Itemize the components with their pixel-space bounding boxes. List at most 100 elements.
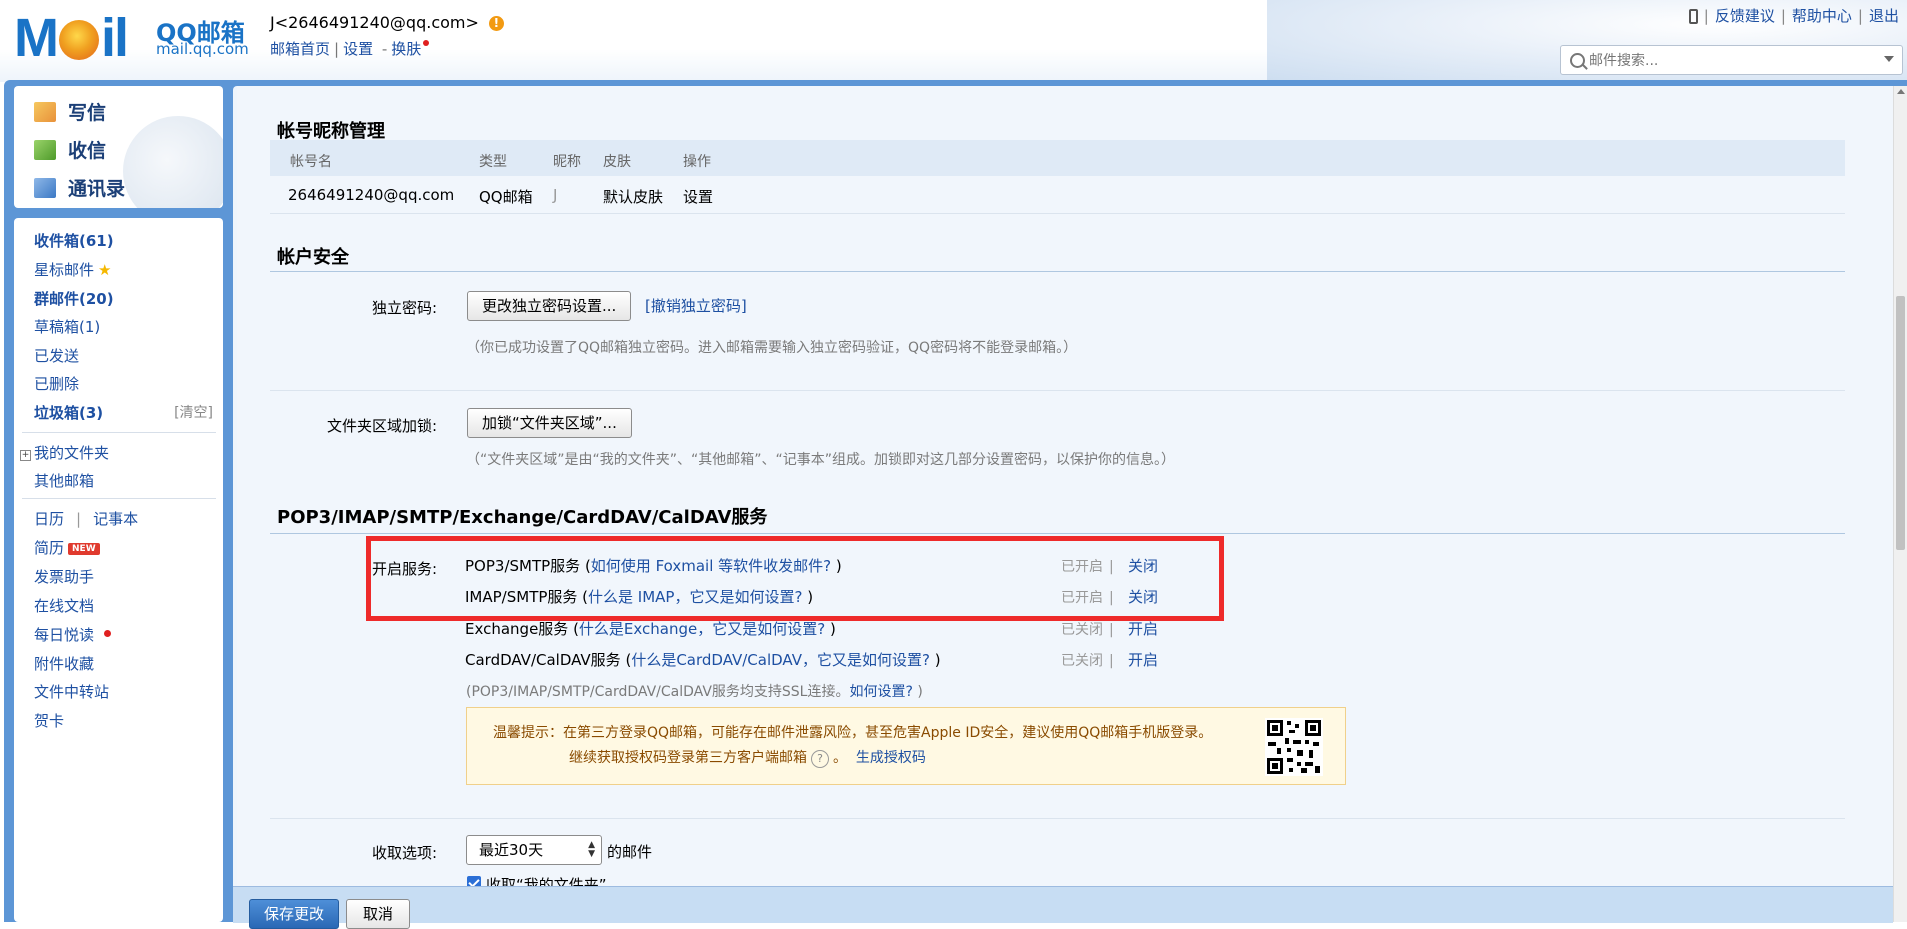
sidebar-item-deleted[interactable]: 已删除 <box>34 373 79 394</box>
user-display: J<2646491240@qq.com> <box>270 13 479 32</box>
sidebar-item-groups[interactable]: 群邮件(20) <box>34 288 114 309</box>
skin-link[interactable]: 换肤 <box>391 40 421 58</box>
vertical-scrollbar[interactable] <box>1893 86 1907 922</box>
sidebar-item-docs[interactable]: 在线文档 <box>34 595 94 616</box>
sidebar-item-sent[interactable]: 已发送 <box>34 345 79 366</box>
generate-auth-code-link[interactable]: 生成授权码 <box>856 750 926 766</box>
top-header: Mil QQ邮箱 mail.qq.com J<2646491240@qq.com… <box>0 0 1907 82</box>
sidebar-item-drafts[interactable]: 草稿箱(1) <box>34 316 100 337</box>
unread-dot-icon <box>104 630 112 637</box>
sidebar-item-my-folders[interactable]: + 我的文件夹 <box>20 442 109 463</box>
exchange-status: 已关闭 | <box>1061 622 1114 638</box>
calendar-link[interactable]: 日历 <box>34 510 64 528</box>
divider <box>22 432 216 433</box>
password-hint: （你已成功设置了QQ邮箱独立密码。进入邮箱需要输入独立密码验证，QQ密码将不能登… <box>466 340 1078 356</box>
warning-tip-box: 温馨提示：在第三方登录QQ邮箱，可能存在邮件泄露风险，甚至危害Apple ID安… <box>466 707 1346 785</box>
logo-domain: mail.qq.com <box>156 40 249 58</box>
fetch-range-select[interactable]: 最近30天 ▲ ▼ <box>466 835 602 865</box>
sidebar-item-starred[interactable]: 星标邮件 ★ <box>34 259 111 280</box>
tip-text-2: 继续获取授权码登录第三方客户端邮箱?。 生成授权码 <box>569 750 926 768</box>
feedback-link[interactable]: 反馈建议 <box>1715 7 1775 25</box>
sidebar-item-daily[interactable]: 每日悦读 <box>34 624 112 645</box>
exchange-help-link[interactable]: 什么是Exchange，它又是如何设置? <box>579 620 825 638</box>
account-settings-link[interactable]: 设置 <box>683 186 713 207</box>
notes-link[interactable]: 记事本 <box>93 510 138 528</box>
col-header-skin: 皮肤 <box>603 154 631 170</box>
contacts-icon <box>34 178 56 198</box>
user-account: J<2646491240@qq.com>! <box>270 13 504 32</box>
service-carddav: CardDAV/CalDAV服务 (什么是CardDAV/CalDAV，它又是如… <box>465 651 941 669</box>
contacts-button[interactable]: 通讯录 <box>34 174 125 201</box>
col-header-action: 操作 <box>683 154 711 170</box>
qr-code-icon[interactable] <box>1265 718 1323 776</box>
service-exchange: Exchange服务 (什么是Exchange，它又是如何设置? ) <box>465 620 836 638</box>
sidebar-item-invoice[interactable]: 发票助手 <box>34 566 94 587</box>
compose-button[interactable]: 写信 <box>34 98 106 125</box>
sidebar-nav: 收件箱(61) 星标邮件 ★ 群邮件(20) 草稿箱(1) 已发送 已删除 垃圾箱… <box>14 218 223 922</box>
section-line <box>270 271 1845 272</box>
scroll-thumb[interactable] <box>1896 296 1905 550</box>
search-input[interactable] <box>1587 49 1891 73</box>
search-dropdown-icon[interactable] <box>1884 56 1894 62</box>
change-password-button[interactable]: 更改独立密码设置... <box>467 291 632 321</box>
folder-lock-label: 文件夹区域加锁: <box>327 417 438 435</box>
new-badge: NEW <box>68 543 100 555</box>
ssl-hint: (POP3/IMAP/SMTP/CardDAV/CalDAV服务均支持SSL连接… <box>466 684 923 700</box>
save-button[interactable]: 保存更改 <box>249 899 339 929</box>
folder-lock-hint: （“文件夹区域”是由“我的文件夹”、“其他邮箱”、“记事本”组成。加锁即对这几部… <box>466 452 1176 468</box>
mail-search[interactable] <box>1560 45 1903 75</box>
sidebar-item-attachments[interactable]: 附件收藏 <box>34 653 94 674</box>
carddav-status: 已关闭 | <box>1061 653 1114 669</box>
logo-o-icon <box>58 20 99 60</box>
section-title-pop: POP3/IMAP/SMTP/Exchange/CardDAV/CalDAV服务 <box>277 507 768 528</box>
fetch-options-label: 收取选项: <box>372 844 438 862</box>
red-highlight-box <box>366 536 1224 621</box>
receive-button[interactable]: 收信 <box>34 136 106 163</box>
account-cell-skin: 默认皮肤 <box>603 188 664 206</box>
row-divider <box>270 213 1845 214</box>
cancel-button[interactable]: 取消 <box>346 899 410 929</box>
carddav-toggle-link[interactable]: 开启 <box>1128 649 1158 670</box>
sidebar-item-cards[interactable]: 贺卡 <box>34 710 64 731</box>
password-label: 独立密码: <box>372 299 438 317</box>
sidebar-item-transfer[interactable]: 文件中转站 <box>34 681 109 702</box>
carddav-help-link[interactable]: 什么是CardDAV/CalDAV，它又是如何设置? <box>631 651 930 669</box>
header-subnav: 邮箱首页 | 设置 - 换肤 <box>270 38 430 59</box>
settings-link[interactable]: 设置 <box>343 40 373 58</box>
search-icon <box>1570 53 1585 68</box>
sidebar-item-other-mail[interactable]: 其他邮箱 <box>34 470 94 491</box>
sidebar-item-resume[interactable]: 简历 NEW <box>34 537 100 558</box>
sidebar-item-inbox[interactable]: 收件箱(61) <box>34 230 114 251</box>
cancel-password-link[interactable]: [撤销独立密码] <box>645 295 747 316</box>
sidebar-item-spam[interactable]: 垃圾箱(3) <box>34 402 103 423</box>
col-header-account: 帐号名 <box>290 154 332 170</box>
expand-plus-icon[interactable]: + <box>20 450 31 461</box>
sidebar-actions: 写信 收信 通讯录 <box>14 86 223 208</box>
logout-link[interactable]: 退出 <box>1869 7 1899 25</box>
section-line <box>270 533 1845 534</box>
divider <box>22 498 216 499</box>
fetch-suffix: 的邮件 <box>607 843 653 861</box>
folder-lock-button[interactable]: 加锁“文件夹区域”... <box>467 408 632 438</box>
col-header-nickname: 昵称 <box>553 154 581 170</box>
warning-icon[interactable]: ! <box>488 16 504 31</box>
sidebar-item-calendar-notes: 日历 | 记事本 <box>34 510 139 528</box>
col-header-type: 类型 <box>479 154 507 170</box>
ssl-setup-link[interactable]: 如何设置? <box>849 684 912 700</box>
account-cell-nickname: J <box>553 186 558 204</box>
mail-home-link[interactable]: 邮箱首页 <box>270 40 330 58</box>
subnav-sep: | <box>334 40 340 58</box>
bottom-action-bar: 保存更改 取消 <box>233 886 1893 929</box>
select-arrows-icon: ▲ ▼ <box>588 840 595 859</box>
exchange-toggle-link[interactable]: 开启 <box>1128 618 1158 639</box>
subnav-dash: - <box>381 40 388 58</box>
mail-logo[interactable]: Mil <box>14 8 129 68</box>
row-divider <box>270 390 1845 391</box>
star-icon: ★ <box>98 261 112 279</box>
spam-clear-link[interactable]: [清空] <box>174 402 213 422</box>
scroll-up-arrow-icon[interactable] <box>1897 89 1905 94</box>
help-link[interactable]: 帮助中心 <box>1792 7 1852 25</box>
mobile-phone-icon[interactable] <box>1688 9 1698 24</box>
section-title-security: 帐户安全 <box>277 247 349 268</box>
help-question-icon[interactable]: ? <box>811 750 829 768</box>
